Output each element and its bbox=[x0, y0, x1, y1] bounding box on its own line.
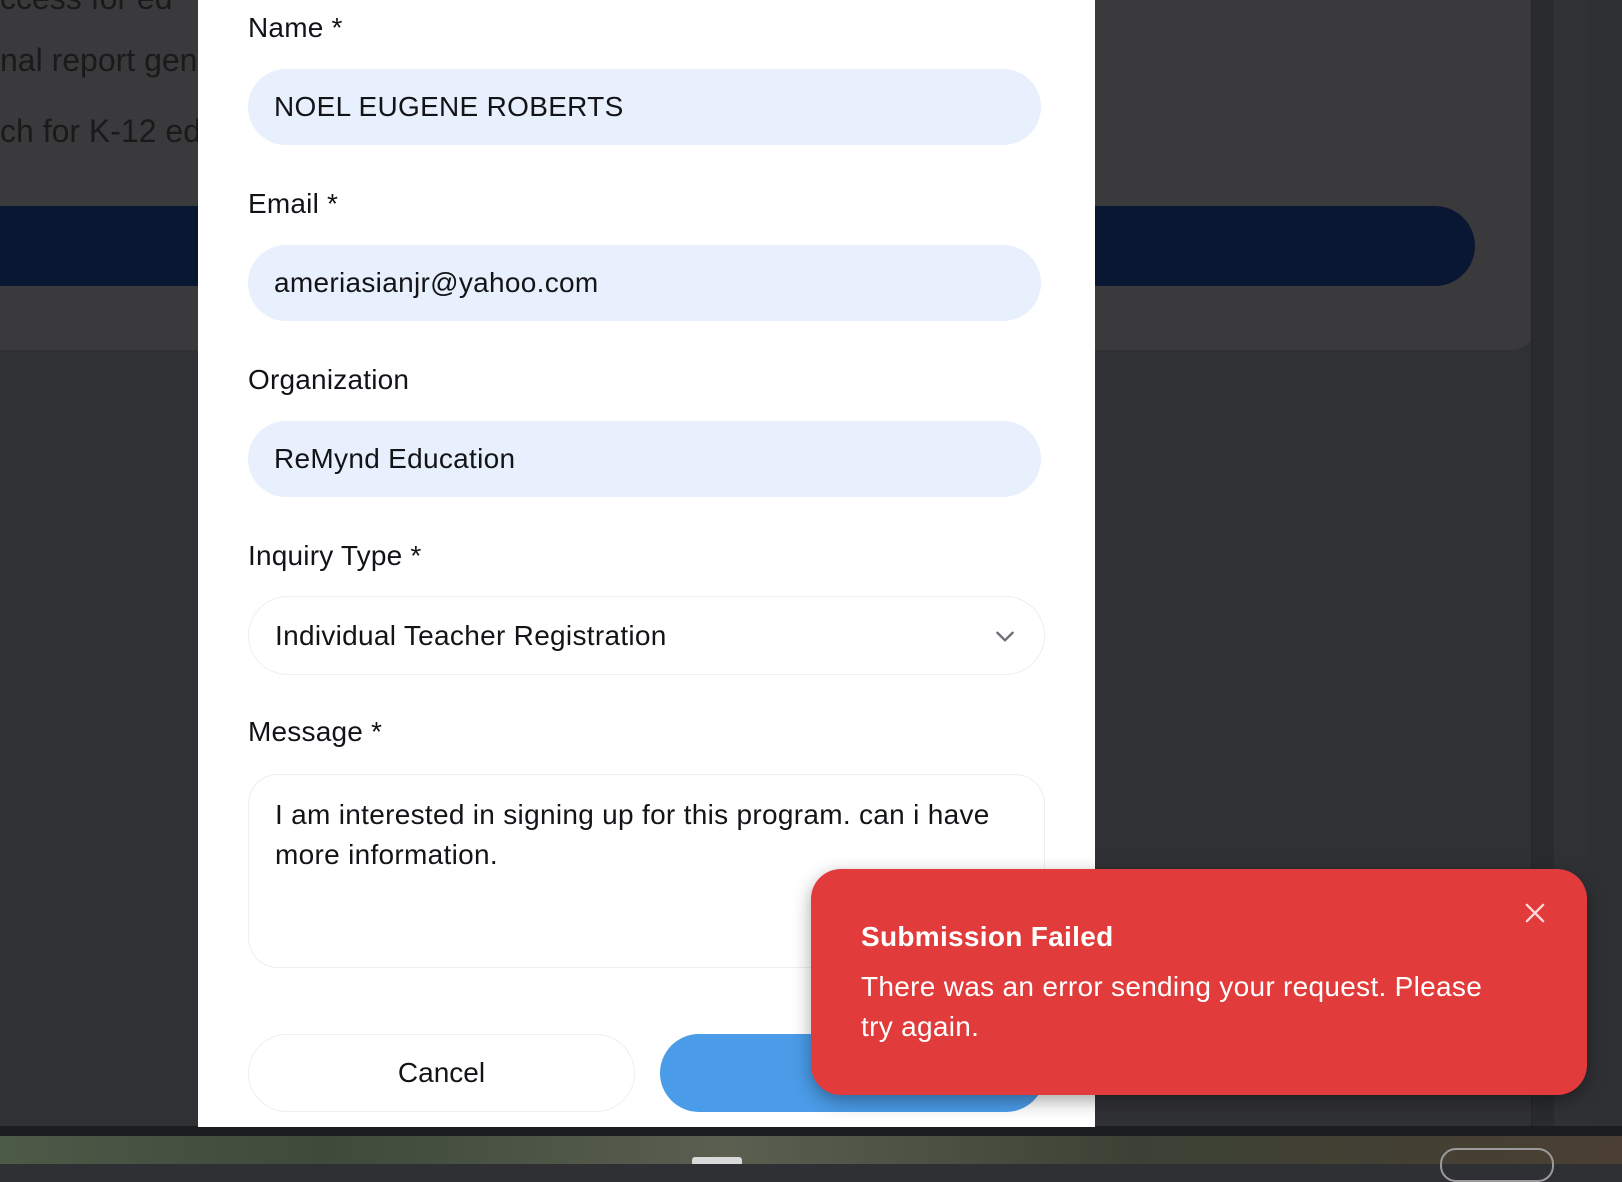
close-icon[interactable] bbox=[1521, 899, 1549, 927]
taskbar-item[interactable] bbox=[692, 1157, 742, 1164]
organization-label: Organization bbox=[248, 364, 410, 395]
email-input[interactable]: ameriasianjr@yahoo.com bbox=[248, 245, 1041, 321]
taskbar-item[interactable] bbox=[1440, 1148, 1554, 1182]
chevron-down-icon bbox=[996, 631, 1014, 642]
email-label: Email * bbox=[248, 188, 339, 219]
cancel-button[interactable]: Cancel bbox=[248, 1034, 635, 1112]
toast-message: There was an error sending your request.… bbox=[861, 971, 1483, 1042]
name-label: Name * bbox=[248, 12, 343, 43]
email-input-value: ameriasianjr@yahoo.com bbox=[274, 267, 599, 298]
message-label: Message * bbox=[248, 716, 383, 747]
background-text-line: ch for K-12 ed bbox=[0, 113, 201, 149]
organization-input[interactable]: ReMynd Education bbox=[248, 421, 1041, 497]
message-textarea-value: I am interested in signing up for this p… bbox=[275, 799, 990, 870]
toast-title: Submission Failed bbox=[861, 921, 1114, 952]
inquiry-type-select[interactable]: Individual Teacher Registration bbox=[248, 596, 1045, 675]
background-text-line: ccess for ed bbox=[0, 0, 173, 17]
organization-input-value: ReMynd Education bbox=[274, 443, 516, 474]
inquiry-type-selected-value: Individual Teacher Registration bbox=[275, 619, 667, 651]
name-input[interactable]: NOEL EUGENE ROBERTS bbox=[248, 69, 1041, 145]
name-input-value: NOEL EUGENE ROBERTS bbox=[274, 91, 624, 122]
inquiry-type-label: Inquiry Type * bbox=[248, 540, 422, 571]
background-text-line: nal report gen bbox=[0, 42, 198, 78]
error-toast: Submission Failed There was an error sen… bbox=[811, 869, 1587, 1095]
window-bottom-edge bbox=[0, 1126, 1622, 1136]
